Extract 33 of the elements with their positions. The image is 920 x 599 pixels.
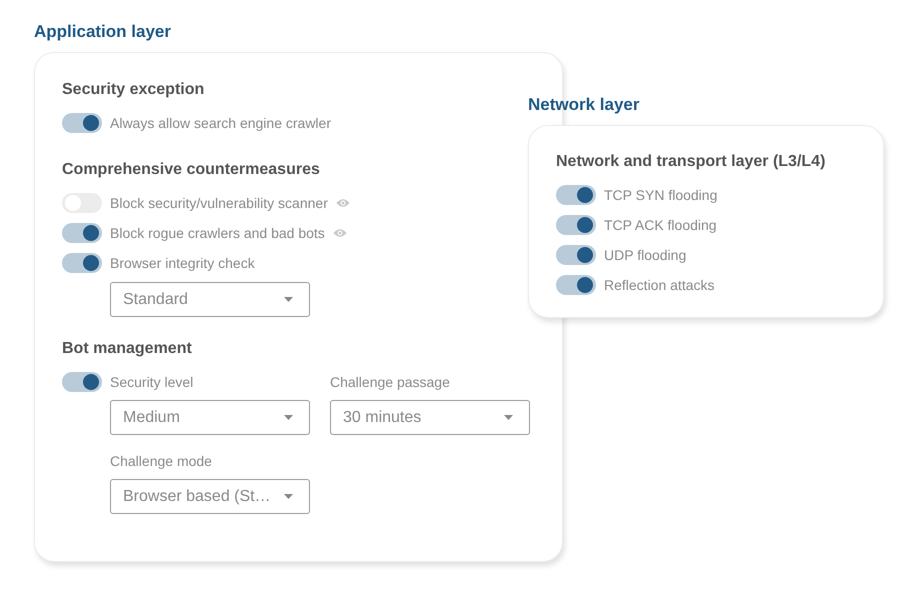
toggle-switch[interactable] [556,275,596,295]
toggle-label: Always allow search engine crawler [110,115,331,131]
toggle-label: Block rogue crawlers and bad bots [110,225,325,241]
caret-icon [284,494,293,499]
toggle-switch[interactable] [62,253,102,273]
caret-icon [284,297,293,302]
section-heading: Security exception [62,80,206,100]
toggle-switch[interactable] [62,113,102,133]
field-label: Challenge passage [330,373,451,392]
section-heading: Bot management [62,339,193,359]
caret-icon [284,415,293,420]
layer-title: Network layer [528,94,640,116]
section-heading: Comprehensive countermeasures [62,160,321,180]
dropdown[interactable]: 30 minutes [330,400,530,435]
toggle-switch[interactable] [556,245,596,265]
layer-title: Application layer [34,21,172,43]
toggle-label: Block security/vulnerability scanner [110,195,328,211]
toggle-label: TCP SYN flooding [604,187,718,203]
dropdown[interactable]: Medium [110,400,310,435]
toggle-label: Browser integrity check [110,255,255,271]
dropdown[interactable]: Browser based (St… [110,479,310,514]
dropdown[interactable]: Standard [110,282,310,317]
toggle-label: UDP flooding [604,247,686,263]
toggle-switch[interactable] [62,223,102,243]
field-label: Challenge mode [110,452,213,471]
toggle-switch[interactable] [556,215,596,235]
toggle-switch[interactable] [62,372,102,392]
toggle-switch[interactable] [556,185,596,205]
field-label: Security level [110,373,194,392]
toggle-label: TCP ACK flooding [604,217,717,233]
section-heading: Network and transport layer (L3/L4) [556,152,826,172]
toggle-label: Reflection attacks [604,277,714,293]
caret-icon [504,415,513,420]
